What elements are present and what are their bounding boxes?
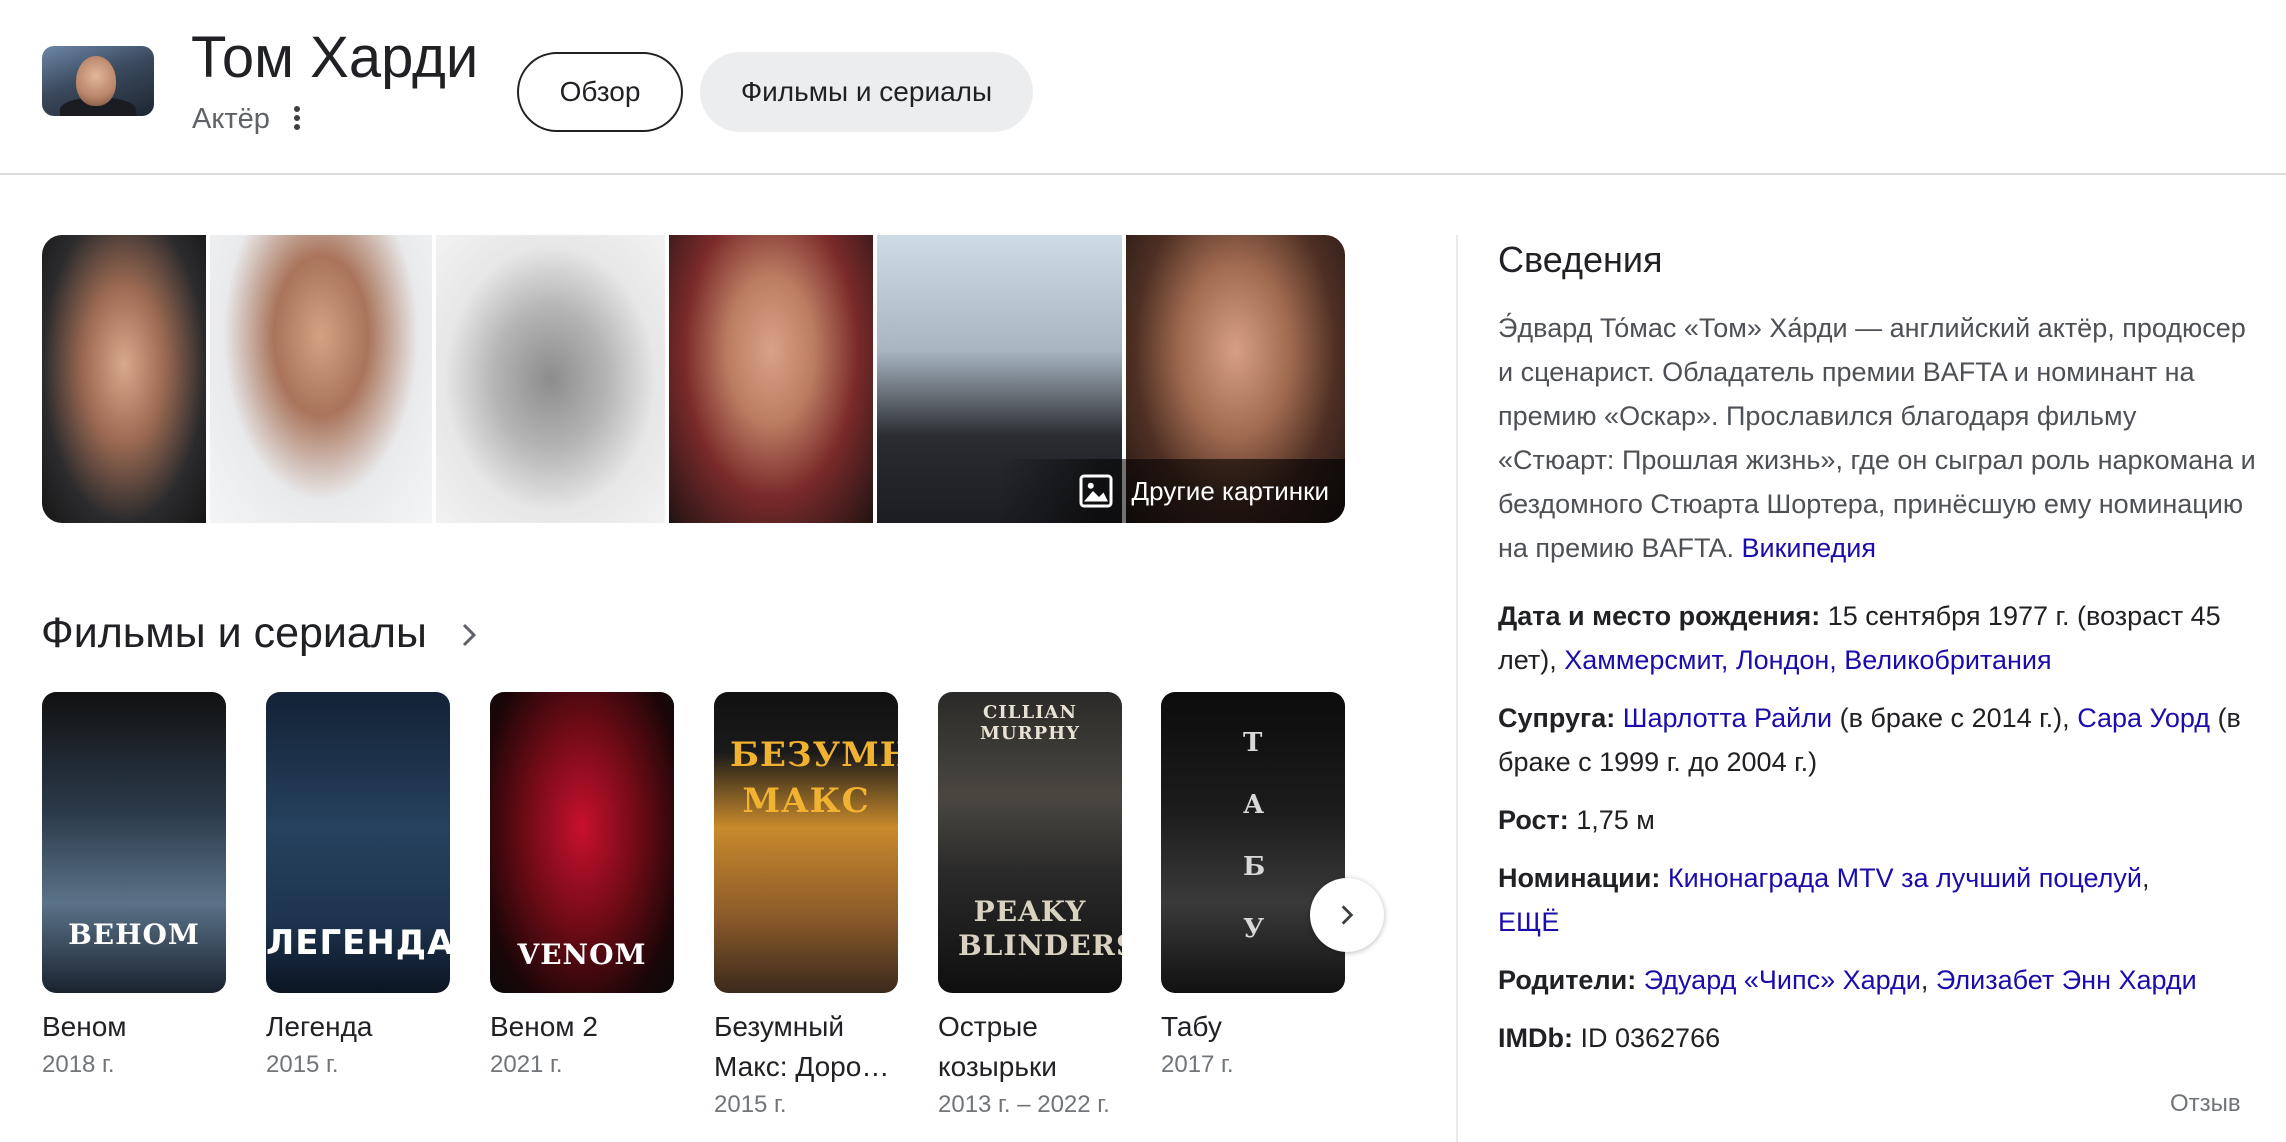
film-year: 2015 г. — [266, 1051, 339, 1078]
film-year: 2013 г. – 2022 г. — [938, 1091, 1110, 1118]
poster-top-text: CILLIAN MURPHY — [980, 702, 1080, 744]
film-year: 2017 г. — [1161, 1051, 1234, 1078]
film-name: Острые козырьки — [938, 1011, 1057, 1082]
poster-title: ЛЕГЕНДА — [266, 923, 450, 963]
fact-label: Дата и место рождения: — [1498, 601, 1821, 631]
fact-birth: Дата и место рождения: 15 сентября 1977 … — [1498, 594, 2258, 682]
panel-description: Э́двард То́мас «Том» Ха́рди — английский… — [1498, 306, 2258, 570]
poster-title: VENOM — [517, 938, 647, 971]
image-thumbnail[interactable] — [210, 235, 432, 523]
image-thumbnail[interactable] — [435, 235, 666, 523]
fact-label: Родители: — [1498, 965, 1637, 995]
film-card-venom-2[interactable]: VENOM Веном 2 2021 г. — [490, 692, 674, 1081]
film-card-mad-max[interactable]: БЕЗУМНЫЙ МАКС Безумный Макс: Доро… 2015 … — [714, 692, 898, 1121]
avatar-face — [76, 56, 116, 106]
description-text: Э́двард То́мас «Том» Ха́рди — английский… — [1498, 313, 2256, 563]
tab-overview[interactable]: Обзор — [517, 52, 683, 132]
film-poster[interactable]: ЛЕГЕНДА — [266, 692, 450, 993]
film-card-taboo[interactable]: Т А Б У Табу 2017 г. — [1161, 692, 1345, 1081]
fact-value: (в браке с 2014 г.), — [1832, 703, 2078, 733]
films-section-title[interactable]: Фильмы и сериалы — [41, 603, 427, 663]
fact-label: IMDb: — [1498, 1023, 1573, 1053]
fact-value: ID 0362766 — [1572, 1023, 1721, 1053]
film-card-legend[interactable]: ЛЕГЕНДА Легенда 2015 г. — [266, 692, 450, 1081]
more-images-label: Другие картинки — [1131, 475, 1329, 506]
entity-subtitle: Актёр — [192, 103, 270, 135]
film-poster[interactable]: ВЕНОМ — [42, 692, 226, 993]
fact-label: Рост: — [1498, 805, 1569, 835]
fact-parents: Родители: Эдуард «Чипс» Харди, Элизабет … — [1498, 958, 2258, 1002]
avatar[interactable] — [42, 46, 154, 116]
fact-value: 1,75 м — [1568, 805, 1655, 835]
poster-title: БЕЗУМНЫЙ МАКС — [730, 735, 898, 821]
fact-spouse: Супруга: Шарлотта Райли (в браке с 2014 … — [1498, 696, 2258, 784]
feedback-link[interactable]: Отзыв — [2170, 1090, 2241, 1118]
entity-header: Том Харди Актёр Обзор Фильмы и сериалы — [0, 0, 2286, 175]
nomination-link[interactable]: Кинонаграда MTV за лучший поцелуй — [1668, 863, 2142, 893]
carousel-next-button[interactable] — [1310, 878, 1384, 952]
entity-title: Том Харди — [191, 25, 479, 90]
film-name: Табу — [1161, 1011, 1222, 1042]
poster-title: PEAKY BLINDERS — [958, 895, 1122, 962]
film-name: Легенда — [266, 1011, 373, 1042]
film-year: 2021 г. — [490, 1051, 563, 1078]
image-icon — [1079, 474, 1113, 508]
more-images-button[interactable]: Другие картинки — [997, 459, 1345, 523]
film-poster[interactable]: БЕЗУМНЫЙ МАКС — [714, 692, 898, 993]
parent-link[interactable]: Эдуард «Чипс» Харди — [1644, 965, 1921, 995]
parent-link[interactable]: Элизабет Энн Харди — [1936, 965, 2197, 995]
fact-imdb: IMDb: ID 0362766 — [1498, 1016, 2258, 1060]
fact-label: Номинации: — [1498, 863, 1661, 893]
film-name: Веном — [42, 1011, 127, 1042]
more-options-icon[interactable] — [287, 102, 307, 134]
spouse-link[interactable]: Сара Уорд — [2077, 703, 2210, 733]
film-card-peaky-blinders[interactable]: CILLIAN MURPHY PEAKY BLINDERS Острые коз… — [938, 692, 1122, 1121]
spouse-link[interactable]: Шарлотта Райли — [1623, 703, 1832, 733]
fact-label: Супруга: — [1498, 703, 1616, 733]
chevron-right-icon — [1341, 905, 1354, 925]
birthplace-link[interactable]: Хаммерсмит, Лондон, Великобритания — [1564, 645, 2051, 675]
panel-title: Сведения — [1498, 239, 1663, 280]
film-year: 2015 г. — [714, 1091, 787, 1118]
film-poster[interactable]: CILLIAN MURPHY PEAKY BLINDERS — [938, 692, 1122, 993]
fact-height: Рост: 1,75 м — [1498, 798, 2258, 842]
wikipedia-link[interactable]: Википедия — [1742, 533, 1877, 563]
film-poster[interactable]: Т А Б У — [1161, 692, 1345, 993]
poster-title: Т А Б У — [1243, 728, 1267, 944]
fact-separator: , — [1920, 965, 1936, 995]
nominations-more-link[interactable]: ЕЩЁ — [1498, 907, 1559, 937]
chevron-right-icon[interactable] — [458, 620, 482, 650]
fact-separator: , — [2141, 863, 2150, 893]
film-name: Безумный Макс: Доро… — [714, 1011, 890, 1082]
image-thumbnail[interactable] — [669, 235, 874, 523]
fact-nominations: Номинации: Кинонаграда MTV за лучший поц… — [1498, 856, 2258, 944]
film-card-venom[interactable]: ВЕНОМ Веном 2018 г. — [42, 692, 226, 1081]
column-divider — [1456, 235, 1458, 1142]
image-thumbnail[interactable] — [42, 235, 207, 523]
film-year: 2018 г. — [42, 1051, 115, 1078]
tab-films-and-series[interactable]: Фильмы и сериалы — [700, 52, 1033, 132]
poster-title: ВЕНОМ — [68, 918, 200, 951]
film-poster[interactable]: VENOM — [490, 692, 674, 993]
image-strip: Другие картинки — [42, 235, 1345, 523]
knowledge-panel: Сведения Э́двард То́мас «Том» Ха́рди — а… — [1498, 232, 2258, 1060]
film-name: Веном 2 — [490, 1011, 598, 1042]
